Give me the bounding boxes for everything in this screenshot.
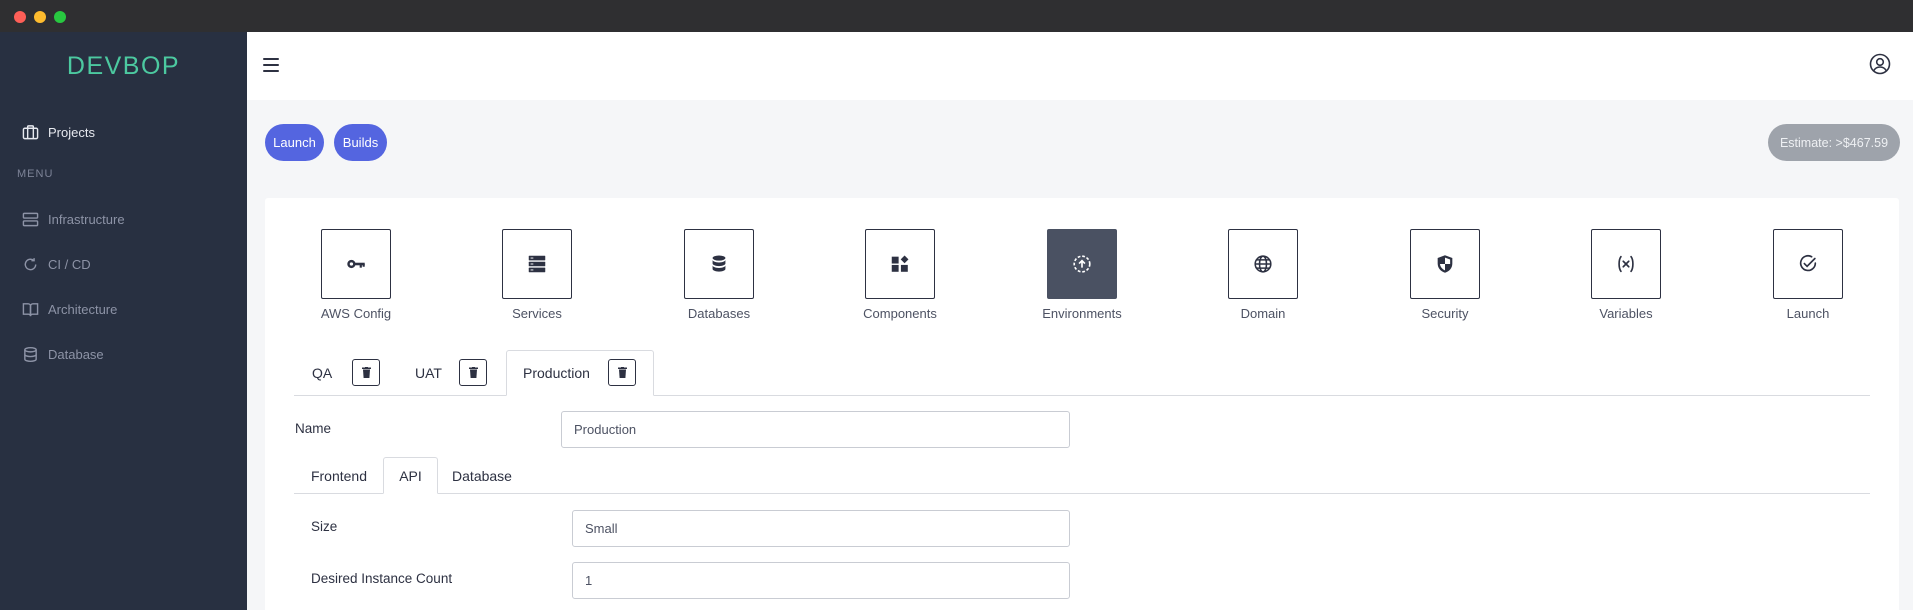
sidebar-item-infrastructure[interactable]: Infrastructure — [22, 207, 125, 231]
step-environments[interactable]: Environments — [1027, 229, 1137, 321]
sidebar-item-label: Projects — [48, 124, 95, 140]
server-icon — [22, 212, 39, 226]
key-icon — [347, 259, 365, 269]
zoom-window-button[interactable] — [54, 11, 66, 23]
sidebar-item-ci-cd[interactable]: CI / CD — [22, 252, 91, 276]
upload-circle-icon — [1073, 255, 1091, 273]
step-domain[interactable]: Domain — [1208, 229, 1318, 321]
step-label: Components — [863, 306, 937, 321]
check-circle-icon — [1799, 254, 1817, 272]
step-label: Services — [512, 306, 562, 321]
tab-label: UAT — [415, 365, 442, 381]
brand-logo: DEVBOP — [66, 52, 181, 80]
environment-name-input[interactable] — [561, 411, 1070, 448]
variable-icon — [1618, 255, 1634, 273]
sidebar-item-architecture[interactable]: Architecture — [22, 297, 117, 321]
briefcase-icon — [22, 124, 39, 139]
builds-button[interactable]: Builds — [334, 124, 387, 161]
step-aws-config[interactable]: AWS Config — [301, 229, 411, 321]
instance-count-label: Desired Instance Count — [311, 571, 453, 586]
sidebar: DEVBOP Projects MENU Infrastructure CI /… — [0, 32, 247, 610]
step-label: Databases — [687, 306, 751, 321]
tab-api[interactable]: API — [383, 457, 438, 494]
instance-count-input[interactable] — [572, 562, 1070, 599]
tab-label: Production — [523, 365, 590, 381]
sidebar-item-database[interactable]: Database — [22, 342, 104, 366]
step-components[interactable]: Components — [845, 229, 955, 321]
delete-uat-button[interactable] — [459, 359, 487, 386]
delete-production-button[interactable] — [608, 359, 636, 386]
close-window-button[interactable] — [14, 11, 26, 23]
tab-production[interactable]: Production — [506, 350, 654, 396]
step-launch[interactable]: Launch — [1753, 229, 1863, 321]
refresh-icon — [24, 257, 37, 270]
minimize-window-button[interactable] — [34, 11, 46, 23]
step-label: Variables — [1599, 306, 1653, 321]
sidebar-item-label: Architecture — [48, 301, 118, 317]
tab-label: Frontend — [310, 467, 368, 484]
step-label: AWS Config — [320, 306, 392, 321]
cost-estimate-badge: Estimate: >$467.59 — [1768, 124, 1900, 161]
launch-button[interactable]: Launch — [265, 124, 324, 161]
step-label: Launch — [1786, 306, 1830, 321]
database-icon — [712, 255, 726, 272]
window-titlebar — [0, 0, 1913, 32]
service-tabs-divider — [294, 493, 1870, 494]
tab-uat[interactable]: UAT — [394, 350, 506, 396]
user-account-icon[interactable] — [1869, 53, 1891, 75]
trash-icon — [468, 367, 478, 378]
name-label: Name — [295, 421, 332, 436]
tab-label: API — [399, 467, 422, 484]
menu-section-label: MENU — [17, 168, 54, 180]
top-bar — [247, 32, 1913, 100]
step-variables[interactable]: Variables — [1571, 229, 1681, 321]
sidebar-item-label: CI / CD — [48, 256, 91, 272]
step-label: Security — [1421, 306, 1469, 321]
tab-frontend[interactable]: Frontend — [295, 457, 383, 494]
database-icon — [24, 346, 37, 362]
book-icon — [22, 302, 39, 316]
globe-icon — [1254, 255, 1272, 273]
tab-qa[interactable]: QA — [294, 350, 394, 396]
step-label: Environments — [1042, 306, 1122, 321]
size-label: Size — [311, 519, 338, 534]
tab-label: QA — [312, 365, 333, 381]
sidebar-item-label: Infrastructure — [48, 211, 125, 227]
step-label: Domain — [1240, 306, 1286, 321]
tab-label: Database — [452, 467, 512, 484]
tab-database[interactable]: Database — [438, 457, 526, 494]
server-stack-icon — [528, 255, 546, 273]
trash-icon — [617, 367, 627, 378]
shield-icon — [1437, 255, 1453, 273]
step-databases[interactable]: Databases — [664, 229, 774, 321]
delete-qa-button[interactable] — [352, 359, 380, 386]
widgets-icon — [891, 255, 909, 272]
trash-icon — [361, 367, 371, 378]
sidebar-item-projects[interactable]: Projects — [22, 120, 95, 144]
sidebar-item-label: Database — [48, 346, 104, 362]
size-input[interactable] — [572, 510, 1070, 547]
step-security[interactable]: Security — [1390, 229, 1500, 321]
step-services[interactable]: Services — [482, 229, 592, 321]
menu-toggle-icon[interactable] — [263, 58, 279, 72]
